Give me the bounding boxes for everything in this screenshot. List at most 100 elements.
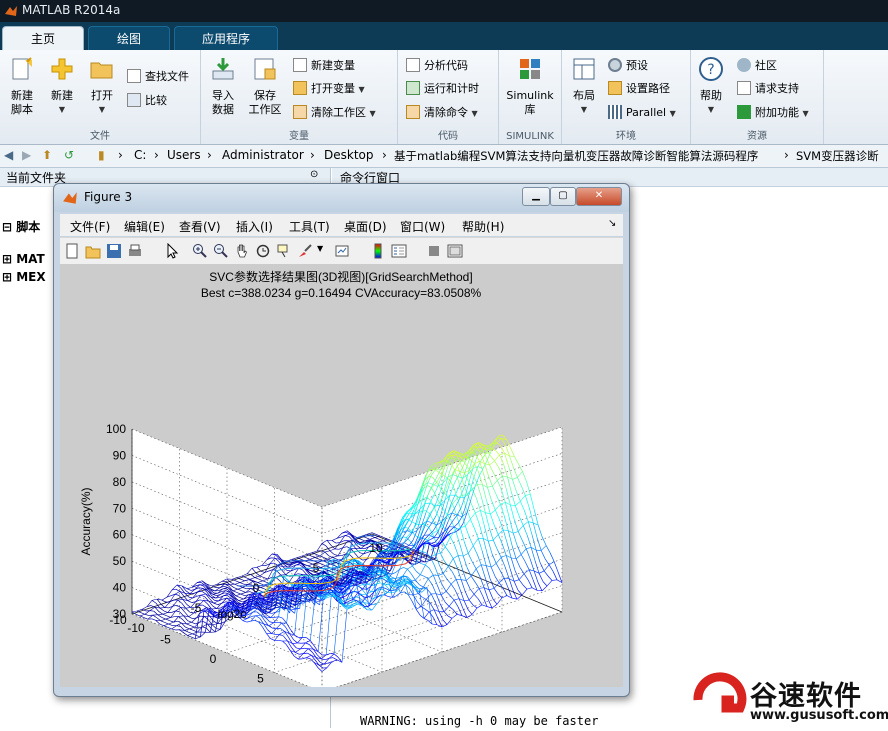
compare-button[interactable]: 比较: [127, 92, 167, 110]
figure-window: Figure 3 ▁ ▢ ✕ 文件(F) 编辑(E) 查看(V) 插入(I) 工…: [53, 183, 630, 697]
figure-title: Figure 3: [84, 190, 132, 204]
clear-commands-button[interactable]: 清除命令 ▼: [406, 104, 478, 122]
simulink-library-button[interactable]: Simulink 库: [503, 56, 557, 117]
figure-title-bar[interactable]: Figure 3 ▁ ▢ ✕: [54, 184, 629, 212]
set-path-button[interactable]: 设置路径: [608, 80, 670, 98]
run-and-time-button[interactable]: 运行和计时: [406, 80, 479, 98]
rotate-3d-icon[interactable]: [255, 243, 271, 259]
preferences-label: 预设: [626, 59, 648, 72]
breadcrumb-project[interactable]: 基于matlab编程SVM算法支持向量机变压器故障诊断智能算法源码程序: [394, 148, 758, 164]
find-files-button[interactable]: 查找文件: [127, 68, 189, 86]
menu-desktop[interactable]: 桌面(D): [344, 218, 387, 235]
clear-workspace-button[interactable]: 清除工作区 ▼: [293, 104, 376, 122]
watermark-logo: 谷速软件 www.gususoft.com: [690, 672, 888, 728]
tab-home-label: 主页: [31, 32, 55, 46]
menu-view[interactable]: 查看(V): [179, 218, 221, 235]
brush-icon[interactable]: [297, 243, 313, 259]
new-script-button[interactable]: 新建 脚本: [4, 56, 40, 117]
data-cursor-icon[interactable]: [276, 243, 292, 259]
print-icon[interactable]: [127, 243, 143, 259]
up-folder-icon[interactable]: ⬆: [42, 148, 52, 162]
layout-button[interactable]: 布局 ▼: [566, 56, 602, 117]
new-variable-button[interactable]: 新建变量: [293, 57, 355, 75]
community-icon: [737, 58, 751, 72]
menu-tools[interactable]: 工具(T): [289, 218, 330, 235]
menu-dock-icon[interactable]: ↘: [608, 218, 616, 229]
preferences-button[interactable]: 预设: [608, 57, 648, 75]
request-support-button[interactable]: 请求支持: [737, 80, 799, 98]
tab-plots[interactable]: 绘图: [88, 26, 170, 50]
surface-plot[interactable]: 30405060708090100-10-50510-10-50510log2c…: [60, 264, 623, 687]
breadcrumb-desktop[interactable]: Desktop: [324, 148, 374, 162]
matlab-logo-icon: [62, 190, 78, 206]
pointer-icon[interactable]: [164, 243, 180, 259]
maximize-button[interactable]: ▢: [550, 187, 576, 206]
folder-open-icon: [89, 56, 115, 82]
open-button[interactable]: 打开 ▼: [84, 56, 120, 117]
x-tick-label: 0: [253, 581, 260, 595]
community-button[interactable]: 社区: [737, 57, 777, 75]
variable-group: 导入 数据 保存 工作区 新建变量 打开变量 ▼ 清除工作区 ▼ 变量: [201, 50, 398, 144]
parallel-label: Parallel: [626, 106, 666, 119]
forward-icon[interactable]: ▶: [22, 148, 31, 162]
breadcrumb-users[interactable]: Users: [167, 148, 201, 162]
breadcrumb-sep-icon: ›: [382, 148, 387, 162]
menu-insert[interactable]: 插入(I): [236, 218, 273, 235]
add-ons-button[interactable]: 附加功能 ▼: [737, 104, 809, 122]
community-label: 社区: [755, 59, 777, 72]
z-tick-label: 100: [106, 422, 126, 436]
save-workspace-button[interactable]: 保存 工作区: [245, 56, 285, 117]
tab-apps-label: 应用程序: [202, 32, 250, 46]
y-tick-label: 5: [257, 672, 264, 686]
open-file-icon[interactable]: [85, 243, 101, 259]
panel-menu-icon[interactable]: ⊙: [310, 169, 318, 180]
resources-group-label: 资源: [691, 127, 823, 142]
list-item[interactable]: ⊟ 脚本: [2, 218, 40, 235]
help-button[interactable]: ? 帮助 ▼: [695, 56, 727, 117]
menu-edit[interactable]: 编辑(E): [124, 218, 165, 235]
new-figure-icon[interactable]: [64, 243, 80, 259]
close-button[interactable]: ✕: [576, 187, 622, 206]
list-item-label: MEX: [16, 270, 45, 284]
chevron-down-icon[interactable]: ▼: [317, 244, 323, 253]
browse-folder-icon[interactable]: ↺: [64, 148, 74, 162]
x-tick-label: -5: [191, 601, 202, 615]
x-tick-label: -10: [127, 621, 145, 635]
save-icon[interactable]: [106, 243, 122, 259]
show-tools-icon[interactable]: [447, 243, 463, 259]
colorbar-icon[interactable]: [370, 243, 386, 259]
breadcrumb-svm[interactable]: SVM变压器诊断: [796, 148, 879, 164]
link-plot-icon[interactable]: [334, 243, 350, 259]
figure-canvas[interactable]: 30405060708090100-10-50510-10-50510log2c…: [60, 264, 623, 687]
back-icon[interactable]: ◀: [4, 148, 13, 162]
clear-commands-icon: [406, 105, 420, 119]
analyze-code-button[interactable]: 分析代码: [406, 57, 468, 75]
tab-apps[interactable]: 应用程序: [174, 26, 278, 50]
expand-icon: ⊞: [2, 270, 16, 284]
simulink-group: Simulink 库 SIMULINK: [499, 50, 562, 144]
breadcrumb-sep-icon: ›: [154, 148, 159, 162]
legend-icon[interactable]: [391, 243, 407, 259]
list-item[interactable]: ⊞ MEX: [2, 270, 46, 284]
y-tick-label: 0: [210, 652, 217, 666]
list-item[interactable]: ⊞ MAT: [2, 252, 45, 266]
find-files-label: 查找文件: [145, 70, 189, 83]
breadcrumb-c[interactable]: C:: [134, 148, 146, 162]
z-tick-label: 90: [113, 448, 127, 462]
tab-home[interactable]: 主页: [2, 26, 84, 50]
minimize-button[interactable]: ▁: [522, 187, 550, 206]
open-variable-button[interactable]: 打开变量 ▼: [293, 80, 365, 98]
breadcrumb-sep-icon: ›: [310, 148, 315, 162]
mesh-segment: [454, 451, 459, 453]
menu-window[interactable]: 窗口(W): [400, 218, 445, 235]
pan-hand-icon[interactable]: [234, 243, 250, 259]
parallel-button[interactable]: Parallel ▼: [608, 104, 676, 122]
hide-tools-icon[interactable]: [426, 243, 442, 259]
import-data-button[interactable]: 导入 数据: [205, 56, 241, 117]
menu-help[interactable]: 帮助(H): [462, 218, 504, 235]
new-button[interactable]: 新建 ▼: [44, 56, 80, 117]
breadcrumb-administrator[interactable]: Administrator: [222, 148, 304, 162]
menu-file[interactable]: 文件(F): [70, 218, 110, 235]
zoom-in-icon[interactable]: [192, 243, 208, 259]
zoom-out-icon[interactable]: [213, 243, 229, 259]
